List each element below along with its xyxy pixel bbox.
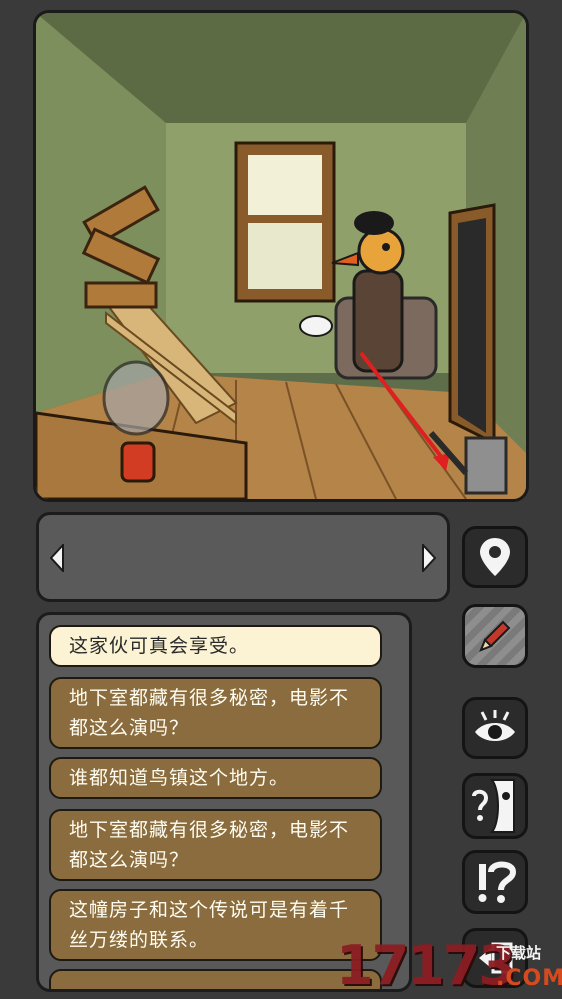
hint-button[interactable] [462,850,528,914]
question-exclaim-icon [478,861,517,903]
right-arrow-icon [422,544,436,572]
dialogue-option[interactable]: 这幢房子和这个传说可是有着千 丝万缕的联系。 [49,889,382,961]
pencil-icon [479,620,511,652]
look-button[interactable] [462,697,528,759]
notes-button[interactable] [462,604,528,668]
eye-icon [475,710,515,741]
dialogue-option-text: 都这么演吗？ [69,849,190,871]
dialogue-option-text: 地下室都藏有很多秘密，电影不 [69,819,350,841]
dialogue-option-text: 都这么演吗？ [69,717,190,739]
dialogue-option-text: 这家伙可真会享受。 [69,635,250,657]
dialogue-option[interactable] [49,969,382,989]
game-scene[interactable] [33,10,529,502]
inventory-left-arrow[interactable] [45,543,69,573]
dialogue-option-text: 地下室都藏有很多秘密，电影不 [69,687,350,709]
exit-button[interactable] [462,928,528,988]
dialogue-option[interactable]: 地下室都藏有很多秘密，电影不 都这么演吗？ [49,677,382,749]
dialogue-panel: 这家伙可真会享受。 地下室都藏有很多秘密，电影不 都这么演吗？ 谁都知道鸟镇这个… [36,612,412,992]
map-pin-icon [480,538,510,576]
dialogue-option[interactable]: 这家伙可真会享受。 [49,625,382,667]
dialogue-option[interactable]: 谁都知道鸟镇这个地方。 [49,757,382,799]
talk-button[interactable] [462,773,528,839]
left-arrow-icon [50,544,64,572]
map-button[interactable] [462,526,528,588]
dialogue-option-text: 谁都知道鸟镇这个地方。 [69,767,290,789]
exit-icon [479,942,513,974]
dialogue-option[interactable]: 地下室都藏有很多秘密，电影不 都这么演吗？ [49,809,382,881]
dialogue-option-text: 丝万缕的联系。 [69,929,210,951]
inventory-bar [36,512,450,602]
inventory-right-arrow[interactable] [417,543,441,573]
dialogue-option-text: 这幢房子和这个传说可是有着千 [69,899,350,921]
talk-face-icon [472,779,515,833]
